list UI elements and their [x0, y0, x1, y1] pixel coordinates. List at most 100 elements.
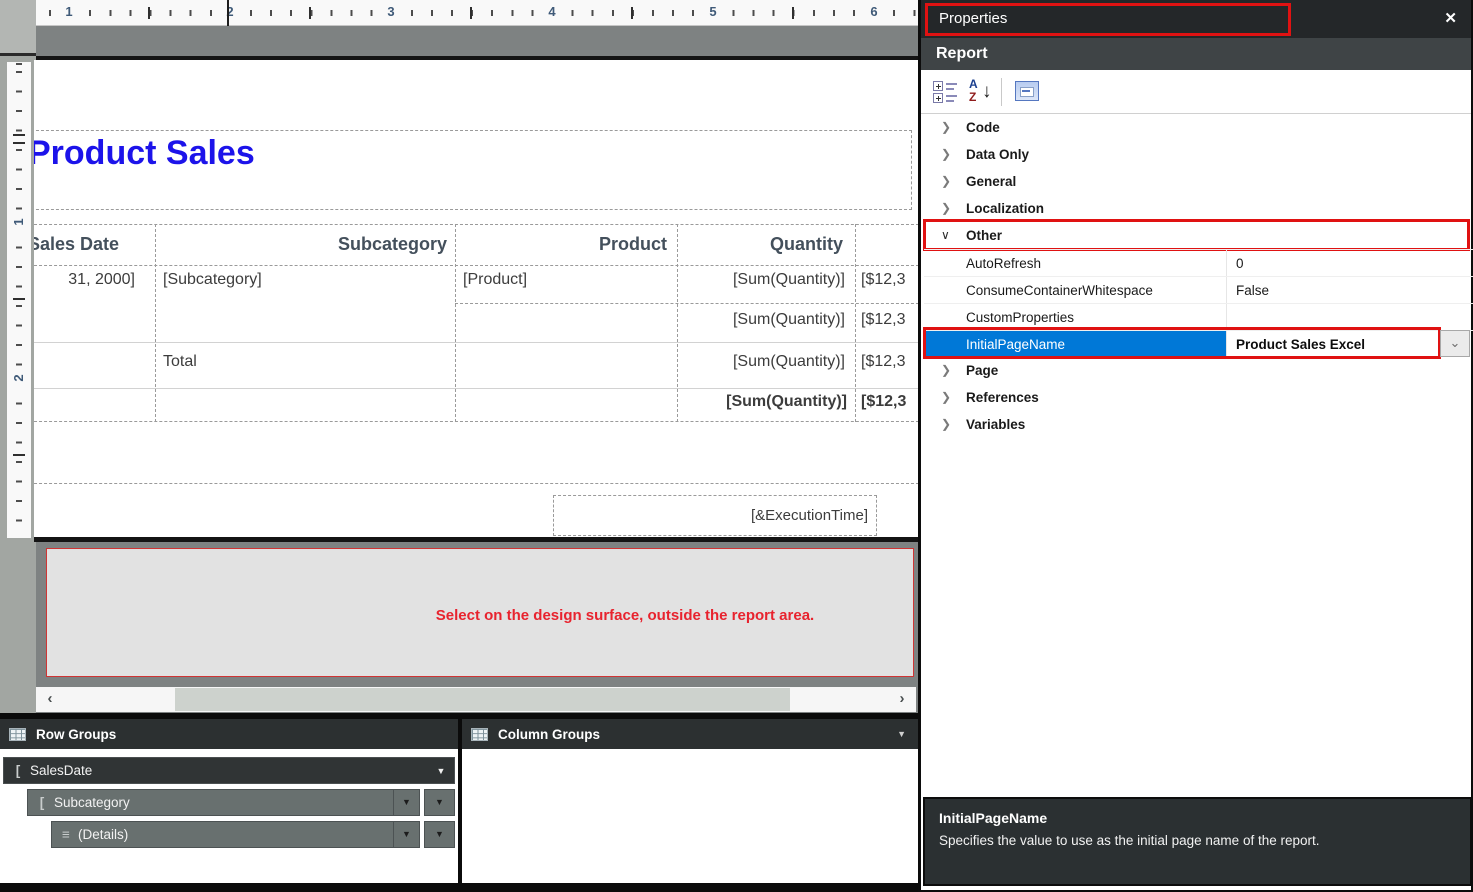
- chevron-right-icon[interactable]: ❯: [941, 195, 957, 222]
- cell-amount[interactable]: [$12,3: [861, 265, 918, 289]
- group-dropdown-icon[interactable]: ▼: [393, 790, 419, 815]
- header-cell-quantity[interactable]: Quantity: [677, 224, 855, 265]
- selected-object-name: Report: [936, 38, 988, 70]
- column-groups-panel: [462, 749, 918, 883]
- alphabetical-sort-icon[interactable]: A Z ↓: [969, 78, 995, 106]
- header-cell-product[interactable]: Product: [455, 224, 677, 265]
- ruler-number: 6: [867, 3, 881, 21]
- vertical-ruler: 1 2: [7, 62, 31, 538]
- row-group-subcategory[interactable]: [ Subcategory ▼: [27, 789, 420, 816]
- chevron-right-icon[interactable]: ❯: [941, 141, 957, 168]
- row-groups-grid-icon: [9, 728, 26, 741]
- property-description-box: InitialPageName Specifies the value to u…: [923, 797, 1472, 886]
- categorized-view-icon[interactable]: [933, 80, 959, 104]
- toolbar-separator: [1001, 78, 1002, 106]
- callout-text: Select on the design surface, outside th…: [357, 607, 893, 624]
- properties-panel: Properties ✕ Report A Z ↓ ❯: [918, 0, 1473, 892]
- category-row-data-only[interactable]: ❯ Data Only: [924, 141, 1473, 168]
- group-bracket-icon: [: [10, 763, 26, 778]
- ruler-number: 2: [223, 3, 237, 21]
- row-groups-panel: [ SalesDate ▼ [ Subcategory ▼ ▼ ≡ (Detai…: [0, 749, 458, 883]
- ruler-number: 4: [545, 3, 559, 21]
- ruler-half-ticks: [36, 7, 920, 19]
- cell-total-label[interactable]: Total: [155, 342, 455, 371]
- ruler-number: 5: [706, 3, 720, 21]
- category-row-localization[interactable]: ❯ Localization: [924, 195, 1473, 222]
- cell-amount[interactable]: [$12,3: [861, 303, 918, 329]
- cell-quantity-sum[interactable]: [Sum(Quantity)]: [677, 303, 855, 329]
- cell-amount[interactable]: [$12,3: [861, 342, 918, 371]
- ruler-corner: [0, 0, 36, 56]
- properties-toolbar: A Z ↓: [921, 70, 1471, 114]
- group-dropdown-icon[interactable]: ▼: [428, 766, 454, 776]
- column-groups-title: Column Groups: [498, 727, 600, 742]
- row-groups-title: Row Groups: [36, 727, 116, 742]
- chevron-right-icon[interactable]: ❯: [941, 411, 957, 438]
- details-icon: ≡: [58, 827, 74, 842]
- cell-subcategory[interactable]: [Subcategory]: [155, 265, 455, 289]
- category-row-references[interactable]: ❯ References: [924, 384, 1473, 411]
- row-groups-header[interactable]: Row Groups: [0, 719, 458, 749]
- category-row-page[interactable]: ❯ Page: [924, 357, 1473, 384]
- header-cell-subcategory[interactable]: Subcategory: [155, 224, 455, 265]
- ruler-number: 1: [11, 214, 27, 230]
- grouping-pane: Row Groups Column Groups ▼ [ SalesDate ▼…: [0, 713, 920, 892]
- tablix-column-line: [855, 224, 856, 422]
- value-dropdown-button[interactable]: ⌄: [1440, 330, 1470, 357]
- cell-quantity-grand-total[interactable]: [Sum(Quantity)]: [677, 388, 855, 411]
- scroll-left-arrow[interactable]: ‹: [40, 687, 60, 712]
- description-text: Specifies the value to use as the initia…: [939, 833, 1456, 848]
- row-group-salesdate[interactable]: [ SalesDate ▼: [3, 757, 455, 784]
- annotation-box-properties: [925, 3, 1291, 36]
- column-groups-grid-icon: [471, 728, 488, 741]
- chevron-right-icon[interactable]: ❯: [941, 114, 957, 141]
- ruler-cursor-line: [227, 0, 229, 26]
- row-group-label: Subcategory: [54, 795, 393, 810]
- property-value[interactable]: 0: [1227, 250, 1467, 277]
- page-bottom-edge: [34, 537, 918, 542]
- description-property-name: InitialPageName: [939, 810, 1456, 826]
- scrollbar-thumb[interactable]: [175, 688, 790, 711]
- property-row-customproperties[interactable]: CustomProperties: [924, 303, 1473, 330]
- category-row-general[interactable]: ❯ General: [924, 168, 1473, 195]
- cell-quantity-sum[interactable]: [Sum(Quantity)]: [677, 342, 855, 371]
- footer-separator: [34, 483, 918, 484]
- horizontal-ruler: 1 2 3 4 5 6: [36, 0, 920, 26]
- property-row-consumecontainerwhitespace[interactable]: ConsumeContainerWhitespace False: [924, 276, 1473, 303]
- scroll-right-arrow[interactable]: ›: [892, 687, 912, 712]
- annotation-box-initialpagename: [923, 327, 1441, 359]
- design-surface[interactable]: 1 2 3 4 5 6 1 2 Product Sales: [0, 0, 920, 713]
- group-dropdown-icon[interactable]: ▼: [393, 822, 419, 847]
- group-bracket-icon: [: [34, 795, 50, 810]
- cell-quantity-sum[interactable]: [Sum(Quantity)]: [677, 265, 855, 289]
- ruler-number: 2: [11, 370, 27, 386]
- horizontal-scrollbar[interactable]: ‹ ›: [36, 687, 916, 712]
- category-row-code[interactable]: ❯ Code: [924, 114, 1473, 141]
- property-value[interactable]: False: [1227, 277, 1467, 304]
- category-row-variables[interactable]: ❯ Variables: [924, 411, 1473, 438]
- cell-sales-date-group[interactable]: 31, 2000]: [34, 265, 155, 289]
- header-cell-sales-date[interactable]: Sales Date: [34, 224, 158, 265]
- report-page[interactable]: Product Sales Sales Date Subcategory Pro…: [34, 60, 918, 537]
- report-title-text[interactable]: Product Sales: [34, 134, 255, 173]
- ruler-half-ticks: [13, 62, 25, 538]
- row-group-label: (Details): [78, 827, 393, 842]
- property-row-autorefresh[interactable]: AutoRefresh 0: [924, 249, 1473, 276]
- design-surface-callout[interactable]: Select on the design surface, outside th…: [46, 548, 914, 677]
- row-group-details[interactable]: ≡ (Details) ▼: [51, 821, 420, 848]
- column-groups-header[interactable]: Column Groups ▼: [462, 719, 918, 749]
- chevron-right-icon[interactable]: ❯: [941, 357, 957, 384]
- group-extra-dropdown[interactable]: ▼: [424, 821, 455, 848]
- annotation-box-other: [923, 219, 1470, 251]
- group-extra-dropdown[interactable]: ▼: [424, 789, 455, 816]
- property-pages-icon[interactable]: [1015, 81, 1039, 101]
- chevron-right-icon[interactable]: ❯: [941, 168, 957, 195]
- chevron-right-icon[interactable]: ❯: [941, 384, 957, 411]
- row-group-label: SalesDate: [30, 763, 428, 778]
- execution-time-textbox[interactable]: [&ExecutionTime]: [553, 495, 877, 536]
- close-icon[interactable]: ✕: [1444, 0, 1457, 38]
- cell-product[interactable]: [Product]: [455, 265, 677, 289]
- cell-amount-grand-total[interactable]: [$12,3: [861, 388, 918, 411]
- report-builder-window: 1 2 3 4 5 6 1 2 Product Sales: [0, 0, 1473, 892]
- column-groups-dropdown-icon[interactable]: ▼: [897, 729, 906, 739]
